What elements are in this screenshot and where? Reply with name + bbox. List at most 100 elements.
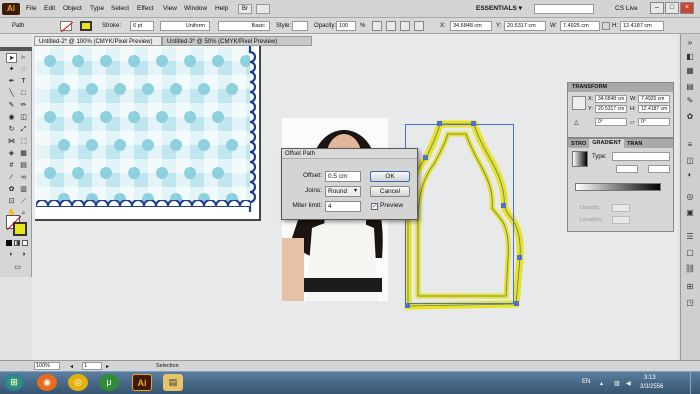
- type-tool-icon[interactable]: T: [18, 77, 29, 87]
- transform-y-input[interactable]: 20.5317 cm: [595, 105, 627, 113]
- artboard-tool-icon[interactable]: ⊡: [6, 197, 17, 207]
- gradient-panel-icon[interactable]: ◫: [684, 156, 696, 166]
- mesh-tool-icon[interactable]: #: [6, 161, 17, 171]
- perspective-grid-tool-icon[interactable]: ▦: [18, 149, 29, 159]
- style-select[interactable]: [292, 21, 308, 31]
- uniform-profile-select[interactable]: Uniform: [160, 21, 210, 31]
- workspace-switcher[interactable]: ESSENTIALS ▾: [476, 4, 522, 14]
- aspect-ratio-input[interactable]: [648, 165, 670, 173]
- magic-wand-tool-icon[interactable]: ✦: [6, 65, 17, 75]
- clock-date[interactable]: 3/3/2556: [640, 384, 663, 390]
- menu-effect[interactable]: Effect: [137, 0, 154, 18]
- bridge-icon[interactable]: Br: [238, 4, 252, 14]
- transform-icon[interactable]: [400, 21, 410, 31]
- network-icon[interactable]: ▥: [614, 380, 620, 387]
- transform-h-input[interactable]: 12.4187 cm: [638, 105, 670, 113]
- firefox-icon[interactable]: ◉: [37, 374, 57, 391]
- swatches-icon[interactable]: ▤: [684, 82, 696, 92]
- symbols-icon[interactable]: ✿: [684, 112, 696, 122]
- reference-point-icon[interactable]: [572, 96, 586, 110]
- selection-tool-icon[interactable]: ➤: [6, 53, 17, 63]
- layers-icon[interactable]: ☰: [684, 232, 696, 242]
- screen-mode-icon[interactable]: ▭: [12, 263, 23, 273]
- draw-inside-icon[interactable]: ◑: [18, 250, 29, 260]
- column-graph-tool-icon[interactable]: ▥: [18, 185, 29, 195]
- scale-tool-icon[interactable]: ⤢: [18, 125, 29, 135]
- y-input[interactable]: 20.5317 cm: [504, 21, 546, 31]
- none-mode-icon[interactable]: [22, 240, 28, 246]
- clock-time[interactable]: 3:13: [644, 375, 656, 381]
- previous-artboard-icon[interactable]: ◂: [70, 363, 73, 370]
- show-desktop-button[interactable]: [690, 372, 700, 394]
- collapse-icon[interactable]: »: [684, 38, 696, 48]
- stroke-color-icon[interactable]: [13, 222, 27, 236]
- brushes-icon[interactable]: ✎: [684, 96, 696, 106]
- recolor-icon[interactable]: [372, 21, 382, 31]
- joins-dropdown-icon[interactable]: ▾: [354, 187, 357, 194]
- menu-file[interactable]: File: [26, 0, 36, 18]
- menu-type[interactable]: Type: [90, 0, 104, 18]
- gradient-location-input[interactable]: [612, 216, 630, 224]
- document-tab-2[interactable]: Untitled-3* @ 50% (CMYK/Pixel Preview): [162, 36, 312, 46]
- color-mode-icon[interactable]: [6, 240, 12, 246]
- zoom-select[interactable]: 100%: [34, 362, 60, 370]
- menu-view[interactable]: View: [163, 0, 177, 18]
- shear-input[interactable]: 0°: [638, 118, 670, 126]
- links-icon[interactable]: ⛓: [684, 264, 696, 274]
- transform-x-input[interactable]: 34.6848 cm: [595, 95, 627, 103]
- offset-input[interactable]: 0.5 cm: [325, 171, 361, 182]
- transform-panel-header[interactable]: TRANSFORM: [568, 83, 673, 92]
- symbol-sprayer-tool-icon[interactable]: ✿: [6, 185, 17, 195]
- eyedropper-tool-icon[interactable]: ⁄: [6, 173, 17, 183]
- transform-w-input[interactable]: 7.4925 cm: [638, 95, 670, 103]
- rectangle-tool-icon[interactable]: □: [18, 89, 29, 99]
- gradient-mode-icon[interactable]: [14, 240, 20, 246]
- rotate-input[interactable]: 0°: [595, 118, 627, 126]
- arrange-icon[interactable]: [256, 4, 270, 14]
- language-indicator[interactable]: EN: [582, 379, 590, 385]
- close-button[interactable]: ×: [680, 2, 694, 14]
- document-tab-1[interactable]: Untitled-2* @ 100% (CMYK/Pixel Preview): [34, 36, 162, 46]
- preview-checkbox[interactable]: ✓: [371, 203, 378, 210]
- menu-window[interactable]: Window: [184, 0, 207, 18]
- search-input[interactable]: [534, 4, 594, 14]
- pen-tool-icon[interactable]: ✒: [6, 77, 17, 87]
- shape-builder-tool-icon[interactable]: ◈: [6, 149, 17, 159]
- stroke-panel-icon[interactable]: ≡: [684, 140, 696, 150]
- gradient-slider[interactable]: [575, 183, 661, 191]
- artboards-icon[interactable]: ▢: [684, 248, 696, 258]
- eraser-tool-icon[interactable]: ◫: [18, 113, 29, 123]
- reference-point-icon[interactable]: [414, 21, 424, 31]
- brush-basic-select[interactable]: Basic: [218, 21, 270, 31]
- menu-select[interactable]: Select: [111, 0, 129, 18]
- align-icon[interactable]: [386, 21, 396, 31]
- explorer-icon[interactable]: ▤: [163, 374, 183, 391]
- align-panel-icon[interactable]: ⊞: [684, 282, 696, 292]
- gradient-opacity-input[interactable]: [612, 204, 630, 212]
- graphic-styles-icon[interactable]: ▣: [684, 208, 696, 218]
- width-input[interactable]: 7.4925 cm: [560, 21, 600, 31]
- appearance-icon[interactable]: ◎: [684, 192, 696, 202]
- cancel-button[interactable]: Cancel: [370, 186, 410, 197]
- opacity-input[interactable]: 100: [336, 21, 356, 31]
- artboard-select[interactable]: 1: [82, 362, 102, 370]
- height-input[interactable]: 12.4187 cm: [620, 21, 664, 31]
- stroke-weight-input[interactable]: 6 pt: [130, 21, 154, 31]
- next-artboard-icon[interactable]: ▸: [106, 363, 109, 370]
- link-icon[interactable]: [602, 22, 610, 30]
- gradient-swatch-icon[interactable]: [572, 151, 588, 167]
- miter-limit-input[interactable]: 4: [325, 201, 361, 212]
- slice-tool-icon[interactable]: ⟋: [18, 197, 29, 207]
- maximize-button[interactable]: □: [665, 2, 679, 14]
- tray-arrow-icon[interactable]: ▴: [600, 380, 603, 387]
- color-guide-icon[interactable]: ▦: [684, 66, 696, 76]
- stroke-tab[interactable]: STRO: [568, 141, 589, 147]
- paintbrush-tool-icon[interactable]: ✎: [6, 101, 17, 111]
- ok-button[interactable]: OK: [370, 171, 410, 182]
- fill-swatch[interactable]: [60, 21, 74, 33]
- transparency-tab[interactable]: TRAN: [624, 141, 645, 147]
- gradient-type-select[interactable]: [612, 152, 670, 161]
- draw-mode-icon[interactable]: ◐: [6, 250, 17, 260]
- gradient-tool-icon[interactable]: ▤: [18, 161, 29, 171]
- direct-selection-tool-icon[interactable]: ▹: [18, 53, 29, 63]
